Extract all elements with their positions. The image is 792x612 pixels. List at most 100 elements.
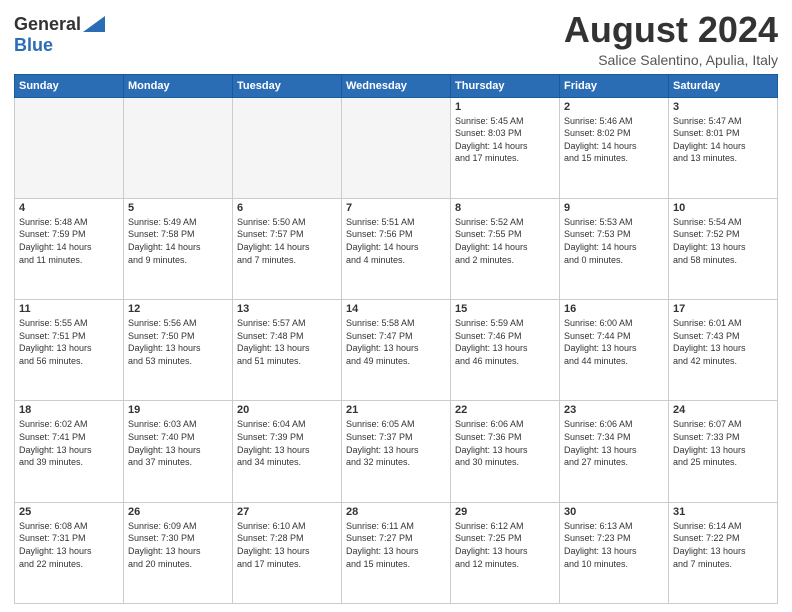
- calendar-cell-w1d3: [233, 97, 342, 198]
- col-sunday: Sunday: [15, 74, 124, 97]
- day-info: Sunrise: 5:51 AM Sunset: 7:56 PM Dayligh…: [346, 216, 446, 266]
- logo-general: General: [14, 14, 81, 35]
- calendar-cell-w5d2: 26 Sunrise: 6:09 AM Sunset: 7:30 PM Dayli…: [124, 502, 233, 603]
- day-number: 20: [237, 404, 337, 416]
- day-info: Sunrise: 6:06 AM Sunset: 7:36 PM Dayligh…: [455, 418, 555, 468]
- calendar-week-4: 18 Sunrise: 6:02 AM Sunset: 7:41 PM Dayli…: [15, 401, 778, 502]
- calendar-cell-w5d3: 27 Sunrise: 6:10 AM Sunset: 7:28 PM Dayli…: [233, 502, 342, 603]
- calendar-cell-w2d6: 9 Sunrise: 5:53 AM Sunset: 7:53 PM Daylig…: [560, 198, 669, 299]
- day-info: Sunrise: 6:01 AM Sunset: 7:43 PM Dayligh…: [673, 317, 773, 367]
- calendar-week-5: 25Sunrise: 6:08 AM Sunset: 7:31 PM Dayli…: [15, 502, 778, 603]
- calendar-cell-w1d4: [342, 97, 451, 198]
- calendar-cell-w3d6: 16 Sunrise: 6:00 AM Sunset: 7:44 PM Dayli…: [560, 300, 669, 401]
- calendar-cell-w3d3: 13Sunrise: 5:57 AM Sunset: 7:48 PM Dayli…: [233, 300, 342, 401]
- day-info: Sunrise: 5:55 AM Sunset: 7:51 PM Dayligh…: [19, 317, 119, 367]
- calendar-cell-w4d5: 22 Sunrise: 6:06 AM Sunset: 7:36 PM Dayli…: [451, 401, 560, 502]
- day-number: 23: [564, 404, 664, 416]
- day-info: Sunrise: 5:49 AM Sunset: 7:58 PM Dayligh…: [128, 216, 228, 266]
- day-number: 14: [346, 303, 446, 315]
- calendar-cell-w1d2: [124, 97, 233, 198]
- day-number: 24: [673, 404, 773, 416]
- day-info: Sunrise: 6:06 AM Sunset: 7:34 PM Dayligh…: [564, 418, 664, 468]
- calendar-cell-w2d1: 4 Sunrise: 5:48 AM Sunset: 7:59 PM Daylig…: [15, 198, 124, 299]
- header: General Blue August 2024 Salice Salentin…: [14, 10, 778, 68]
- calendar-cell-w3d4: 14 Sunrise: 5:58 AM Sunset: 7:47 PM Dayli…: [342, 300, 451, 401]
- calendar-cell-w2d3: 6 Sunrise: 5:50 AM Sunset: 7:57 PM Daylig…: [233, 198, 342, 299]
- day-info: Sunrise: 6:09 AM Sunset: 7:30 PM Dayligh…: [128, 520, 228, 570]
- calendar-cell-w1d6: 2 Sunrise: 5:46 AM Sunset: 8:02 PM Daylig…: [560, 97, 669, 198]
- calendar-cell-w1d1: [15, 97, 124, 198]
- calendar-header-row: Sunday Monday Tuesday Wednesday Thursday…: [15, 74, 778, 97]
- day-number: 13: [237, 303, 337, 315]
- calendar-cell-w5d7: 31Sunrise: 6:14 AM Sunset: 7:22 PM Dayli…: [669, 502, 778, 603]
- day-number: 18: [19, 404, 119, 416]
- day-info: Sunrise: 6:02 AM Sunset: 7:41 PM Dayligh…: [19, 418, 119, 468]
- calendar-week-1: 1Sunrise: 5:45 AM Sunset: 8:03 PM Daylig…: [15, 97, 778, 198]
- day-number: 21: [346, 404, 446, 416]
- day-number: 10: [673, 202, 773, 214]
- logo-text: General Blue: [14, 14, 105, 56]
- logo-blue: Blue: [14, 35, 53, 55]
- day-number: 19: [128, 404, 228, 416]
- day-info: Sunrise: 5:46 AM Sunset: 8:02 PM Dayligh…: [564, 115, 664, 165]
- day-number: 31: [673, 506, 773, 518]
- day-number: 6: [237, 202, 337, 214]
- day-number: 27: [237, 506, 337, 518]
- day-info: Sunrise: 6:13 AM Sunset: 7:23 PM Dayligh…: [564, 520, 664, 570]
- calendar-cell-w2d5: 8Sunrise: 5:52 AM Sunset: 7:55 PM Daylig…: [451, 198, 560, 299]
- calendar-week-3: 11 Sunrise: 5:55 AM Sunset: 7:51 PM Dayli…: [15, 300, 778, 401]
- col-friday: Friday: [560, 74, 669, 97]
- calendar-cell-w5d4: 28 Sunrise: 6:11 AM Sunset: 7:27 PM Dayli…: [342, 502, 451, 603]
- day-info: Sunrise: 5:52 AM Sunset: 7:55 PM Dayligh…: [455, 216, 555, 266]
- calendar-cell-w3d5: 15Sunrise: 5:59 AM Sunset: 7:46 PM Dayli…: [451, 300, 560, 401]
- day-number: 29: [455, 506, 555, 518]
- day-info: Sunrise: 6:11 AM Sunset: 7:27 PM Dayligh…: [346, 520, 446, 570]
- day-info: Sunrise: 5:45 AM Sunset: 8:03 PM Dayligh…: [455, 115, 555, 165]
- month-title: August 2024: [564, 10, 778, 50]
- day-info: Sunrise: 5:53 AM Sunset: 7:53 PM Dayligh…: [564, 216, 664, 266]
- day-info: Sunrise: 6:04 AM Sunset: 7:39 PM Dayligh…: [237, 418, 337, 468]
- calendar-cell-w3d2: 12Sunrise: 5:56 AM Sunset: 7:50 PM Dayli…: [124, 300, 233, 401]
- calendar-cell-w4d3: 20 Sunrise: 6:04 AM Sunset: 7:39 PM Dayli…: [233, 401, 342, 502]
- day-info: Sunrise: 6:05 AM Sunset: 7:37 PM Dayligh…: [346, 418, 446, 468]
- day-info: Sunrise: 5:58 AM Sunset: 7:47 PM Dayligh…: [346, 317, 446, 367]
- calendar-cell-w4d6: 23 Sunrise: 6:06 AM Sunset: 7:34 PM Dayli…: [560, 401, 669, 502]
- calendar-cell-w1d5: 1Sunrise: 5:45 AM Sunset: 8:03 PM Daylig…: [451, 97, 560, 198]
- day-number: 26: [128, 506, 228, 518]
- calendar-cell-w1d7: 3Sunrise: 5:47 AM Sunset: 8:01 PM Daylig…: [669, 97, 778, 198]
- calendar-week-2: 4 Sunrise: 5:48 AM Sunset: 7:59 PM Daylig…: [15, 198, 778, 299]
- day-info: Sunrise: 6:07 AM Sunset: 7:33 PM Dayligh…: [673, 418, 773, 468]
- day-number: 22: [455, 404, 555, 416]
- day-number: 12: [128, 303, 228, 315]
- day-number: 25: [19, 506, 119, 518]
- day-number: 11: [19, 303, 119, 315]
- calendar-cell-w2d2: 5 Sunrise: 5:49 AM Sunset: 7:58 PM Daylig…: [124, 198, 233, 299]
- day-number: 4: [19, 202, 119, 214]
- day-number: 28: [346, 506, 446, 518]
- day-number: 2: [564, 101, 664, 113]
- day-number: 5: [128, 202, 228, 214]
- day-info: Sunrise: 5:54 AM Sunset: 7:52 PM Dayligh…: [673, 216, 773, 266]
- day-number: 30: [564, 506, 664, 518]
- calendar-cell-w4d7: 24 Sunrise: 6:07 AM Sunset: 7:33 PM Dayli…: [669, 401, 778, 502]
- day-info: Sunrise: 5:59 AM Sunset: 7:46 PM Dayligh…: [455, 317, 555, 367]
- col-monday: Monday: [124, 74, 233, 97]
- day-info: Sunrise: 6:00 AM Sunset: 7:44 PM Dayligh…: [564, 317, 664, 367]
- day-info: Sunrise: 6:12 AM Sunset: 7:25 PM Dayligh…: [455, 520, 555, 570]
- calendar-cell-w4d4: 21 Sunrise: 6:05 AM Sunset: 7:37 PM Dayli…: [342, 401, 451, 502]
- page: General Blue August 2024 Salice Salentin…: [0, 0, 792, 612]
- col-wednesday: Wednesday: [342, 74, 451, 97]
- day-number: 3: [673, 101, 773, 113]
- calendar-cell-w5d6: 30 Sunrise: 6:13 AM Sunset: 7:23 PM Dayli…: [560, 502, 669, 603]
- col-tuesday: Tuesday: [233, 74, 342, 97]
- day-number: 16: [564, 303, 664, 315]
- day-info: Sunrise: 5:50 AM Sunset: 7:57 PM Dayligh…: [237, 216, 337, 266]
- day-number: 9: [564, 202, 664, 214]
- day-info: Sunrise: 6:10 AM Sunset: 7:28 PM Dayligh…: [237, 520, 337, 570]
- day-number: 7: [346, 202, 446, 214]
- calendar-cell-w5d5: 29 Sunrise: 6:12 AM Sunset: 7:25 PM Dayli…: [451, 502, 560, 603]
- day-info: Sunrise: 5:48 AM Sunset: 7:59 PM Dayligh…: [19, 216, 119, 266]
- day-number: 17: [673, 303, 773, 315]
- col-saturday: Saturday: [669, 74, 778, 97]
- calendar-cell-w4d1: 18 Sunrise: 6:02 AM Sunset: 7:41 PM Dayli…: [15, 401, 124, 502]
